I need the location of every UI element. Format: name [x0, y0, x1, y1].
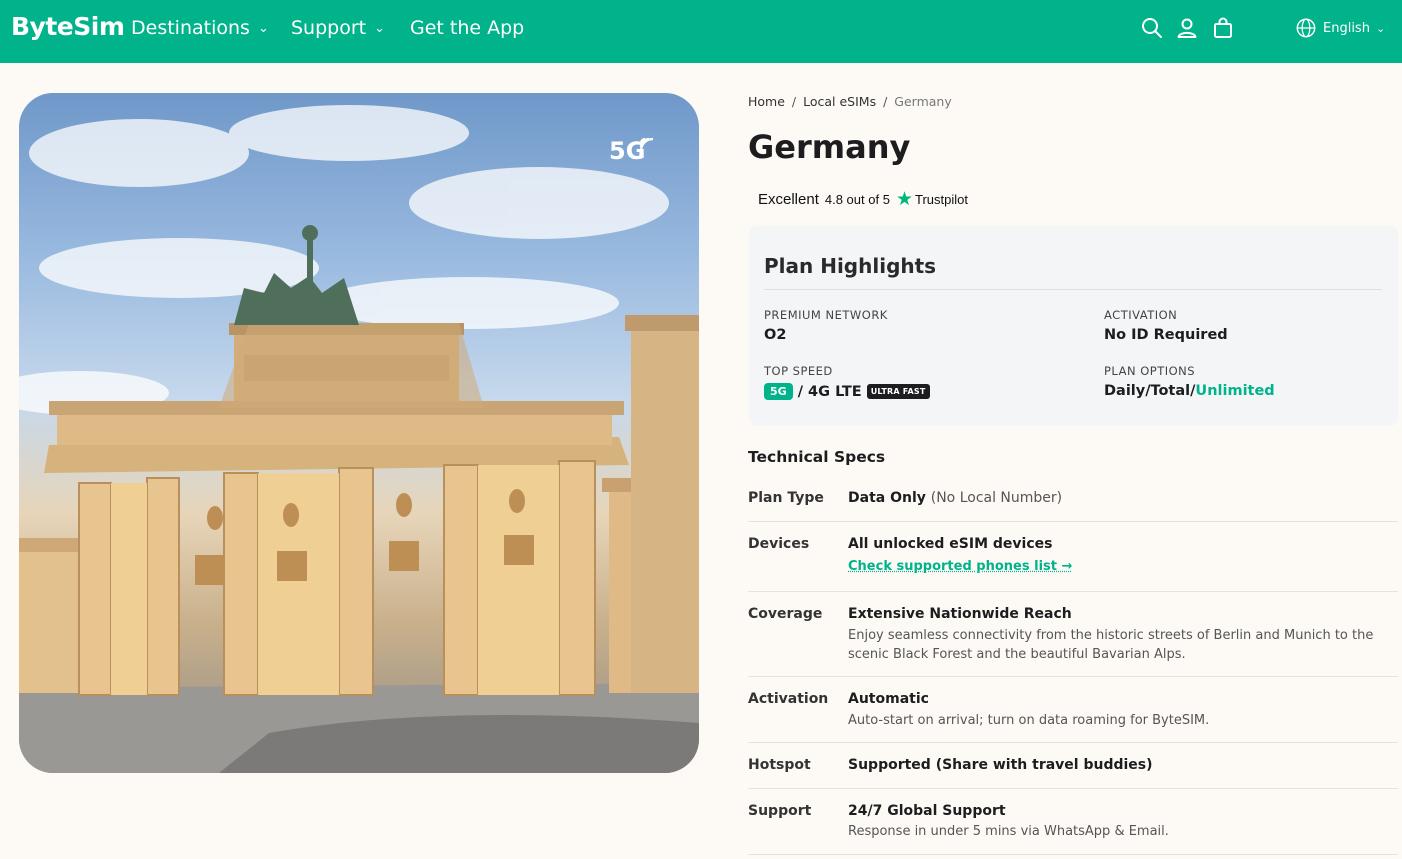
- rating-score: 4.8 out of 5: [824, 192, 890, 207]
- plan-options-unlimited: Unlimited: [1195, 383, 1275, 399]
- activation-value: No ID Required: [1104, 327, 1228, 343]
- search-icon[interactable]: [1140, 16, 1164, 40]
- divider: [748, 676, 1398, 677]
- check-supported-phones-link[interactable]: Check supported phones list →: [848, 559, 1072, 574]
- devices-value: All unlocked eSIM devices: [848, 536, 1053, 552]
- star-icon: ★: [895, 189, 913, 210]
- coverage-description-line-2: scenic Black Forest and the beautiful Ba…: [848, 647, 1186, 662]
- activation-spec-value: Automatic: [848, 691, 929, 707]
- ultra-fast-tag: ULTRA FAST: [866, 384, 930, 399]
- trustpilot-label: Trustpilot: [914, 192, 968, 207]
- user-icon[interactable]: [1175, 16, 1199, 40]
- globe-icon: [1296, 18, 1316, 38]
- hotspot-value: Supported (Share with travel buddies): [848, 757, 1153, 773]
- hotspot-label: Hotspot: [748, 757, 811, 773]
- signal-icon: [639, 137, 654, 151]
- plan-type-value: Data Only (No Local Number): [848, 490, 1062, 506]
- nav-destinations-label: Destinations: [131, 17, 250, 39]
- rating-label: Excellent: [758, 191, 819, 208]
- nav-get-the-app[interactable]: Get the App: [410, 17, 524, 39]
- support-label: Support: [748, 803, 812, 819]
- technical-specs-title: Technical Specs: [748, 448, 886, 466]
- breadcrumb-separator: /: [883, 94, 888, 109]
- activation-description: Auto-start on arrival; turn on data roam…: [848, 713, 1210, 728]
- brandenburg-gate-illustration: [19, 105, 699, 773]
- coverage-label: Coverage: [748, 606, 823, 622]
- devices-label: Devices: [748, 536, 810, 552]
- plan-type-main: Data Only: [848, 490, 926, 506]
- coverage-description-line-1: Enjoy seamless connectivity from the his…: [848, 628, 1374, 643]
- cart-icon[interactable]: [1211, 16, 1235, 40]
- speed-text: / 4G LTE: [797, 383, 862, 400]
- destination-hero-image: 5G: [19, 93, 699, 773]
- chevron-down-icon: ⌄: [374, 20, 386, 36]
- language-label: English: [1323, 20, 1370, 36]
- divider: [764, 289, 1382, 290]
- breadcrumb-home[interactable]: Home: [748, 94, 785, 109]
- 5g-badge: 5G: [609, 137, 654, 165]
- breadcrumb: Home / Local eSIMs / Germany: [748, 94, 952, 109]
- plan-options-value: Daily/Total/ Unlimited: [1104, 383, 1275, 399]
- premium-network-value: O2: [764, 327, 787, 343]
- nav-support[interactable]: Support ⌄: [291, 17, 385, 39]
- chevron-down-icon: ⌄: [1375, 21, 1386, 35]
- chevron-down-icon: ⌄: [257, 20, 269, 36]
- activation-spec-label: Activation: [748, 691, 829, 707]
- support-description: Response in under 5 mins via WhatsApp & …: [848, 824, 1169, 839]
- divider: [748, 788, 1398, 789]
- language-selector[interactable]: English ⌄: [1295, 17, 1385, 39]
- divider: [748, 742, 1398, 743]
- nav-destinations[interactable]: Destinations ⌄: [131, 17, 269, 39]
- premium-network-label: PREMIUM NETWORK: [764, 308, 888, 322]
- top-speed-value: 5G / 4G LTE ULTRA FAST: [764, 383, 930, 400]
- bytesim-logo[interactable]: ByteSim: [11, 12, 125, 41]
- breadcrumb-local-esims[interactable]: Local eSIMs: [803, 94, 876, 109]
- breadcrumb-current: Germany: [894, 94, 952, 109]
- plan-highlights-title: Plan Highlights: [764, 254, 937, 278]
- trustpilot-rating[interactable]: Excellent 4.8 out of 5 ★ Trustpilot: [758, 190, 968, 209]
- divider: [748, 521, 1398, 522]
- plan-type-note: (No Local Number): [930, 490, 1063, 506]
- nav-get-the-app-label: Get the App: [410, 17, 525, 39]
- 5g-pill: 5G: [764, 383, 793, 400]
- plan-highlights-card: Plan Highlights PREMIUM NETWORK O2 ACTIV…: [749, 226, 1398, 426]
- plan-options-label: PLAN OPTIONS: [1104, 364, 1196, 378]
- divider: [748, 854, 1398, 855]
- plan-options-text: Daily/Total/: [1104, 383, 1196, 399]
- divider: [748, 591, 1398, 592]
- support-value: 24/7 Global Support: [848, 803, 1006, 819]
- top-navigation-bar: ByteSim Destinations ⌄ Support ⌄ Get the…: [0, 0, 1402, 63]
- nav-support-label: Support: [291, 17, 367, 39]
- top-speed-label: TOP SPEED: [764, 364, 833, 378]
- coverage-value: Extensive Nationwide Reach: [848, 606, 1072, 622]
- page-title: Germany: [748, 128, 911, 166]
- breadcrumb-separator: /: [791, 94, 797, 109]
- activation-label: ACTIVATION: [1104, 308, 1178, 322]
- trustpilot-logo: ★ Trustpilot: [896, 190, 968, 209]
- plan-type-label: Plan Type: [748, 490, 824, 506]
